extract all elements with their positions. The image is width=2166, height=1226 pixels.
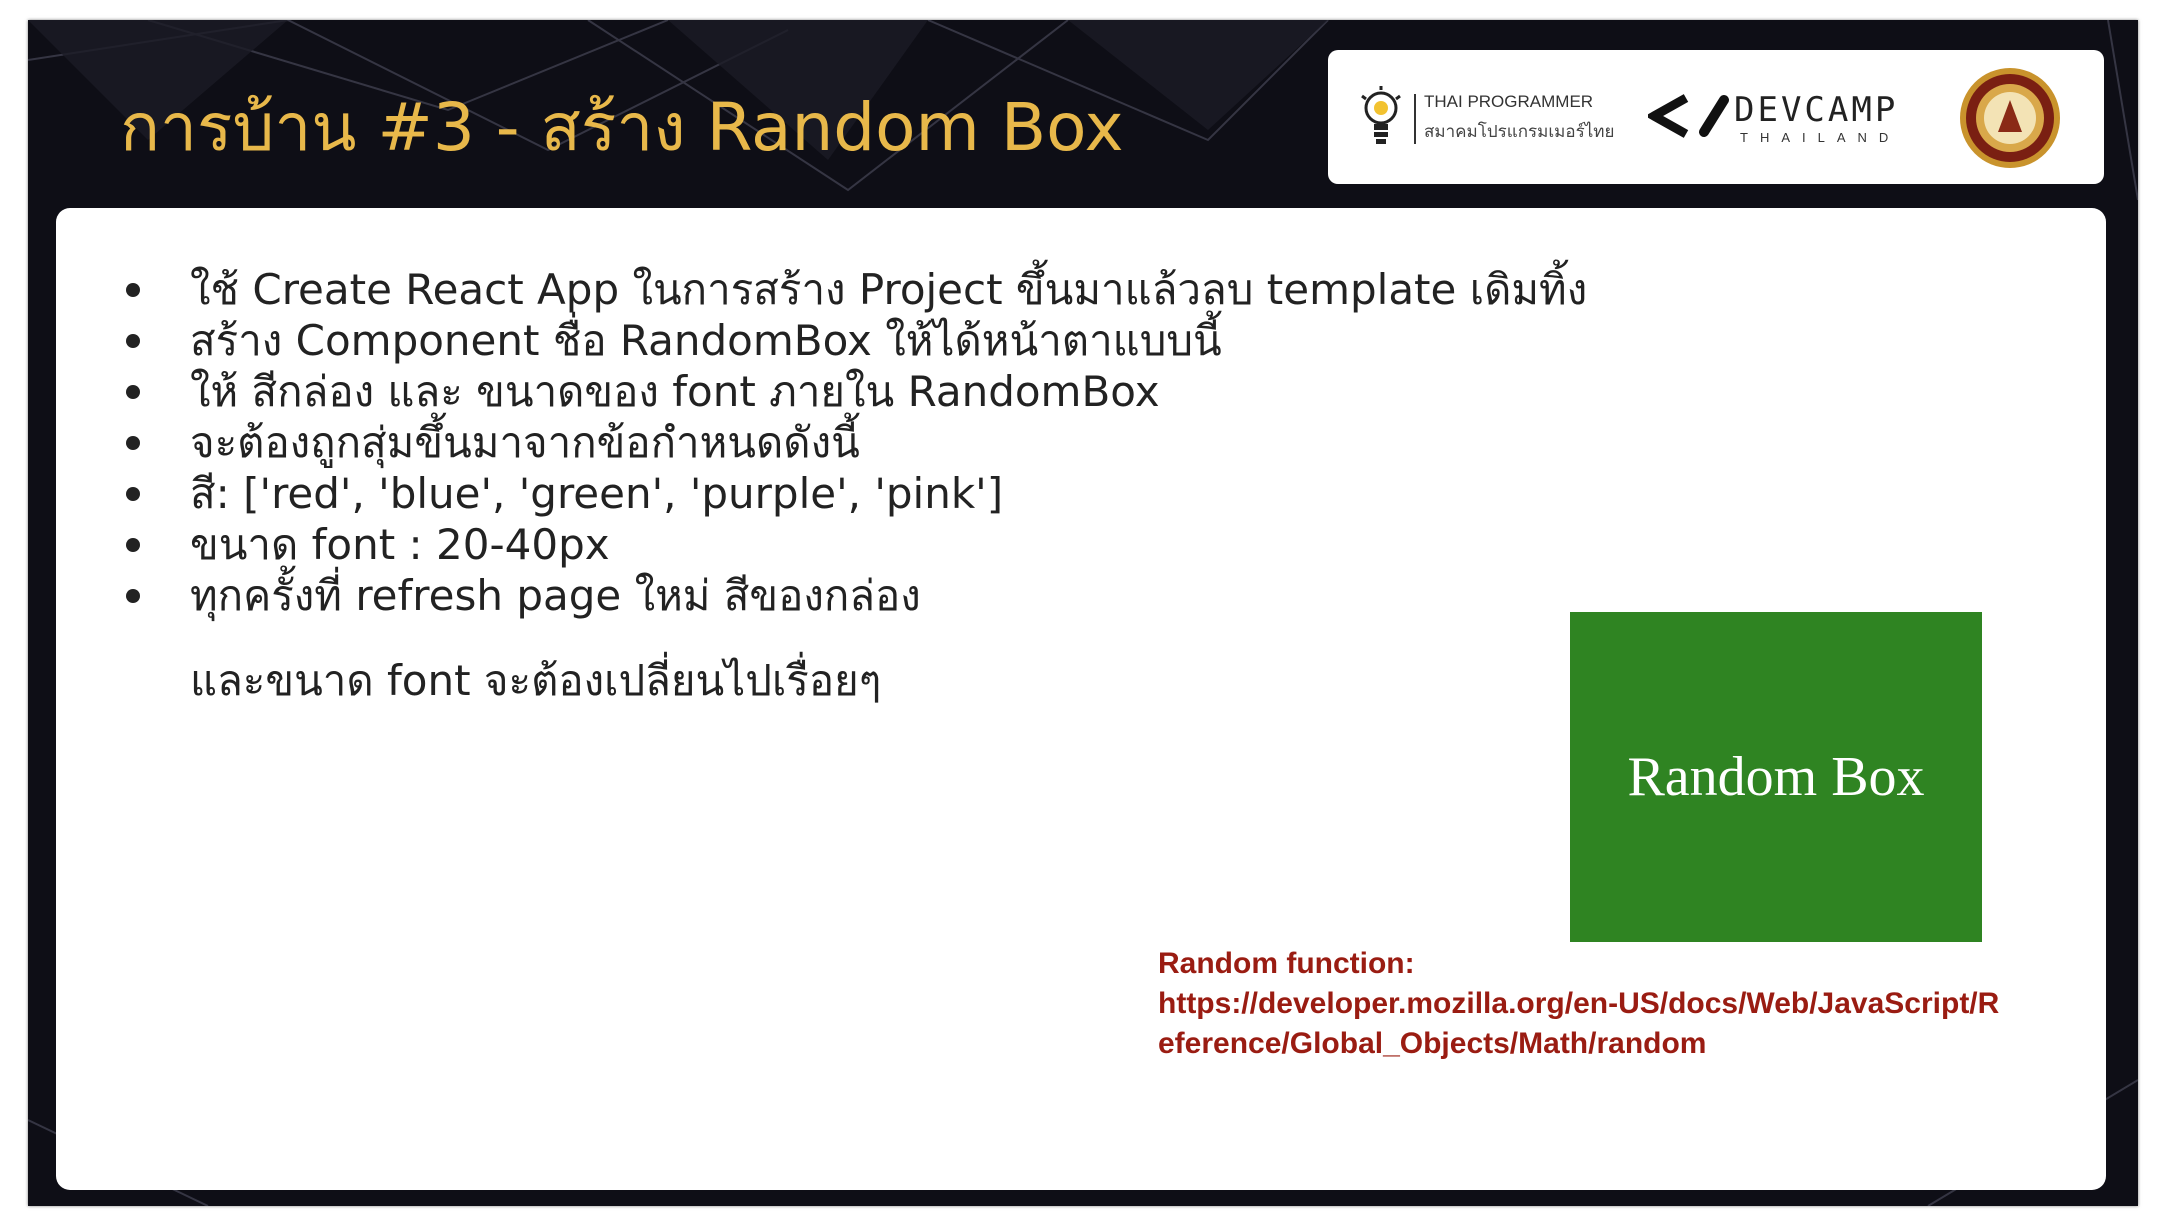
bullet-dot (126, 385, 140, 399)
bullet-list: ใช้ Create React App ในการสร้าง Project … (126, 264, 1587, 706)
list-item: ให้ สีกล่อง และ ขนาดของ font ภายใน Rando… (126, 366, 1587, 417)
devcamp-subtitle: THAILAND (1740, 130, 1901, 145)
reference-link-line1[interactable]: https://developer.mozilla.org/en-US/docs… (1158, 984, 2078, 1024)
content-panel: ใช้ Create React App ในการสร้าง Project … (56, 208, 2106, 1190)
list-item: ทุกครั้งที่ refresh page ใหม่ สีของกล่อง (126, 570, 1587, 621)
reference-label: Random function: (1158, 947, 1415, 980)
logo-divider (1414, 94, 1416, 144)
bullet-dot (126, 589, 140, 603)
lightbulb-icon (1361, 86, 1401, 144)
reference-block: Random function: https://developer.mozil… (1158, 944, 2078, 1064)
bullet-dot (126, 283, 140, 297)
bullet-dot (126, 487, 140, 501)
university-seal-icon (1960, 68, 2060, 168)
bullet-dot (126, 538, 140, 552)
thai-programmer-subtitle: สมาคมโปรแกรมเมอร์ไทย (1424, 122, 1615, 142)
code-bracket-icon (1648, 94, 1729, 138)
list-item: ขนาด font : 20-40px (126, 519, 1587, 570)
devcamp-logo: DEVCAMP THAILAND (1648, 90, 1898, 150)
list-item-continuation: และขนาด font จะต้องเปลี่ยนไปเรื่อยๆ (190, 656, 882, 705)
list-item: จะต้องถูกสุ่มขึ้นมาจากข้อกำหนดดังนี้ (126, 417, 1587, 468)
list-item: สร้าง Component ชื่อ RandomBox ให้ได้หน้… (126, 315, 1587, 366)
bullet-dot (126, 436, 140, 450)
logo-card: THAI PROGRAMMER สมาคมโปรแกรมเมอร์ไทย DEV… (1328, 50, 2104, 184)
devcamp-name: DEVCAMP (1734, 90, 1899, 130)
list-item: สี: ['red', 'blue', 'green', 'purple', '… (126, 468, 1587, 519)
random-box-preview: Random Box (1570, 612, 1982, 942)
bullet-dot (126, 334, 140, 348)
random-box-label: Random Box (1627, 746, 1925, 808)
thai-programmer-name: THAI PROGRAMMER (1424, 92, 1594, 111)
slide: การบ้าน #3 - สร้าง Random Box THAI PROGR… (28, 20, 2138, 1206)
reference-link-line2[interactable]: eference/Global_Objects/Math/random (1158, 1024, 2078, 1064)
slide-title: การบ้าน #3 - สร้าง Random Box (120, 89, 1124, 166)
list-item: ใช้ Create React App ในการสร้าง Project … (126, 264, 1587, 315)
thai-programmer-logo: THAI PROGRAMMER สมาคมโปรแกรมเมอร์ไทย (1358, 86, 1618, 150)
